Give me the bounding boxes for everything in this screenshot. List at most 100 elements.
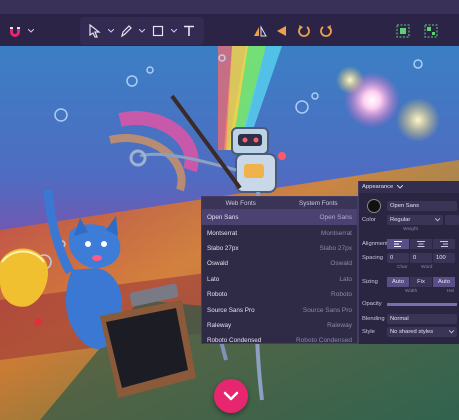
font-name: Oswald [207,260,228,268]
tab-system-fonts[interactable]: System Fonts [280,197,358,209]
appearance-panel: Appearance Open Sans Color Regular Weigh… [358,181,459,344]
font-preview: Raleway [327,321,352,329]
font-name: Lato [207,275,220,283]
width-auto-button[interactable]: Auto [387,277,409,287]
opacity-row: Opacity [359,301,459,307]
color-swatch[interactable] [367,199,381,213]
font-preview: Slabo 27px [319,244,352,252]
font-name: Roboto Condensed [207,337,262,345]
magnet-button[interactable] [8,20,22,42]
font-list-item[interactable]: Roboto Condensed Roboto Condensed [202,333,357,348]
font-preview: Open Sans [319,214,352,222]
font-list-item[interactable]: Roboto Roboto [202,287,357,302]
width-fix-button[interactable]: Fix [410,277,432,287]
chevron-down-icon [449,330,454,334]
align-left-button[interactable] [387,239,409,249]
font-list-item[interactable]: Source Sans Pro Source Sans Pro [202,302,357,317]
blending-label: Blending [362,316,385,322]
font-list-item[interactable]: Oswald Oswald [202,256,357,271]
alignment-row: Alignment [359,239,459,249]
font-list-item[interactable]: Open Sans Open Sans [202,210,357,226]
opacity-slider[interactable] [387,302,457,306]
chevron-down-icon [139,29,145,33]
align-right-button[interactable] [433,239,455,249]
font-preview: Source Sans Pro [302,306,352,314]
flip-vertical-icon [277,26,286,36]
tab-web-fonts[interactable]: Web Fonts [202,197,280,209]
font-name: Open Sans [207,214,239,222]
font-picker-panel: Web Fonts System Fonts Open Sans Open San… [201,196,358,344]
align-left-icon [394,241,402,247]
magnet-icon [10,27,20,37]
font-name: Montserrat [207,229,238,237]
align-right-icon [440,241,448,247]
style-value: No shared styles [390,329,434,335]
font-list: Open Sans Open Sans Montserrat Montserrat Sl… [202,210,357,349]
font-row: Open Sans [359,199,459,213]
rotate-ccw-icon [298,25,310,37]
font-name: Source Sans Pro [207,306,255,314]
font-preview: Oswald [330,260,352,268]
font-name: Slabo 27px [207,244,239,252]
font-family-field[interactable]: Open Sans [387,201,457,211]
rectangle-tool-button[interactable] [151,20,165,42]
pointer-dropdown[interactable] [107,20,114,42]
appearance-title: Appearance [362,184,394,190]
ungroup-icon [424,24,438,38]
font-preview: Roboto Condensed [295,337,352,345]
flip-vertical-button[interactable] [274,20,290,42]
blending-row: Blending Normal [359,314,459,324]
font-list-item[interactable]: Lato Lato [202,272,357,287]
font-picker-tabs: Web Fonts System Fonts [202,197,357,210]
ungroup-button[interactable] [420,20,442,42]
height-auto-button[interactable]: Auto [433,277,455,287]
chevron-down-icon [107,29,114,33]
pen-dropdown[interactable] [139,20,145,42]
appearance-header[interactable]: Appearance [359,181,459,193]
tools-group [80,17,204,45]
rectangle-icon [152,25,163,37]
alignment-segment [387,239,456,249]
sizing-row: Sizing Auto Fix Auto [359,277,459,287]
window-strip [0,0,459,14]
pointer-icon [89,24,101,38]
transform-group [244,17,342,45]
group-icon [396,24,410,38]
spacing-row: Spacing 0 0 100 [359,253,459,263]
font-preview: Roboto [331,291,352,299]
shared-style-select[interactable]: No shared styles [387,327,457,337]
weight-select[interactable]: Regular [387,215,443,225]
magnet-dropdown[interactable] [28,20,34,42]
font-list-item[interactable]: Montserrat Montserrat [202,225,357,240]
char-spacing-field[interactable]: 0 [387,253,409,263]
pen-icon [121,25,133,38]
font-size-field[interactable] [445,215,459,225]
font-preview: Montserrat [320,229,352,237]
opacity-slider-fill [387,302,457,306]
rotate-ccw-button[interactable] [296,20,312,42]
scroll-down-button[interactable] [214,379,248,413]
sizing-label: Sizing [362,279,378,285]
width-sub-label: Width [405,289,418,294]
line-spacing-field[interactable]: 100 [433,253,455,263]
align-center-button[interactable] [410,239,432,249]
style-label: Style [362,329,375,335]
spacing-label: Spacing [362,255,383,261]
chevron-down-icon [170,29,177,33]
font-list-item[interactable]: Raleway Raleway [202,318,357,333]
font-list-item[interactable]: Slabo 27px Slabo 27px [202,241,357,256]
text-tool-button[interactable] [183,20,197,42]
pen-tool-button[interactable] [120,20,134,42]
flip-horizontal-button[interactable] [252,20,268,42]
rectangle-dropdown[interactable] [170,20,177,42]
weight-sub-label: Weight [403,227,418,232]
pointer-tool-button[interactable] [88,20,102,42]
rotate-cw-icon [320,25,332,37]
blending-select[interactable]: Normal [387,314,457,324]
text-icon [184,25,195,36]
chevron-down-icon [435,218,440,222]
word-spacing-field[interactable]: 0 [410,253,432,263]
arrange-group [384,17,459,45]
group-button[interactable] [392,20,414,42]
rotate-cw-button[interactable] [318,20,334,42]
